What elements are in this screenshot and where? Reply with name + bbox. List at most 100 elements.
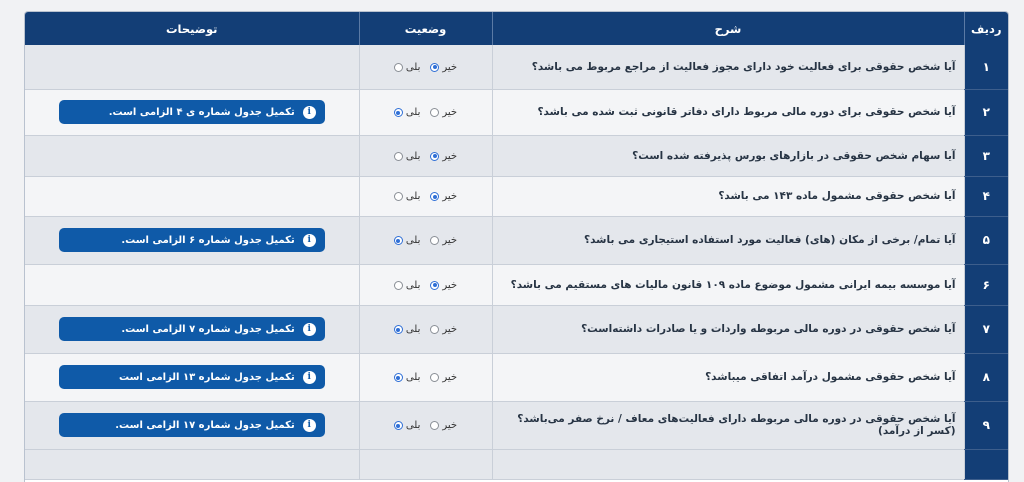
- radio-option-yes[interactable]: بلی: [393, 235, 421, 246]
- radio-option-yes[interactable]: بلی: [393, 280, 420, 291]
- row-status: خیر بلی: [358, 401, 492, 450]
- header-num: ردیف: [963, 12, 1008, 45]
- radio-option-no[interactable]: خیر: [430, 191, 457, 202]
- note-text: تکمیل جدول شماره ۱۳ الزامی است: [119, 371, 295, 383]
- table-row: ۸ آیا شخص حقوقی مشمول درآمد اتفاقی میباشد…: [25, 353, 1008, 402]
- row-number: ۴: [963, 176, 1008, 217]
- radio-option-yes[interactable]: بلی: [393, 61, 421, 73]
- row-notes: [25, 135, 359, 177]
- note-text: تکمیل جدول شماره ی ۴ الزامی است.: [108, 106, 295, 118]
- note-badge: i تکمیل جدول شماره ۷ الزامی است.: [58, 317, 325, 341]
- note-badge: i تکمیل جدول شماره ۱۷ الزامی است.: [58, 413, 325, 437]
- radio-option-yes[interactable]: بلی: [393, 107, 421, 118]
- row-status: خیر بلی: [358, 176, 492, 217]
- header-status: وضعیت: [358, 12, 492, 45]
- radio-option-no[interactable]: خیر: [430, 107, 457, 118]
- note-text: تکمیل جدول شماره ۱۷ الزامی است.: [115, 419, 295, 431]
- row-description: آیا شخص حقوقی مشمول ماده ۱۴۳ می باشد؟: [491, 176, 964, 217]
- radio-yes-label: بلی: [405, 235, 421, 246]
- row-number: ۲: [963, 89, 1008, 136]
- radio-option-no[interactable]: خیر: [430, 324, 457, 335]
- radio-yes[interactable]: [393, 151, 403, 161]
- header-notes: توضیحات: [25, 12, 359, 45]
- radio-yes-label: بلی: [405, 150, 421, 162]
- radio-no-label: خیر: [442, 372, 458, 383]
- row-description: آیا شخص حقوقی در دوره مالی مربوطه دارای …: [491, 401, 964, 450]
- radio-no-label: خیر: [442, 235, 458, 246]
- table-row: ۳ آیا سهام شخص حقوقی در بازارهای بورس پذی…: [25, 135, 1008, 177]
- table-row: ۵ آیا تمام/ برخی از مکان (های) فعالیت مور…: [25, 216, 1008, 265]
- radio-option-no[interactable]: خیر: [430, 235, 457, 246]
- radio-option-no[interactable]: خیر: [430, 372, 457, 383]
- row-number: ۶: [963, 264, 1008, 306]
- radio-no[interactable]: [430, 62, 440, 72]
- radio-yes[interactable]: [393, 421, 403, 430]
- radio-yes-label: بلی: [405, 61, 421, 73]
- table-row: ۲ آیا شخص حقوقی برای دوره مالی مربوط دارا…: [25, 89, 1008, 136]
- table-row: ۱ آیا شخص حقوقی برای فعالیت خود دارای مجو…: [25, 45, 1008, 90]
- status-radio-group: خیر بلی: [393, 372, 457, 383]
- row-description: آیا شخص حقوقی مشمول درآمد اتفاقی میباشد؟: [491, 353, 964, 402]
- row-notes: i تکمیل جدول شماره ۷ الزامی است.: [25, 305, 359, 354]
- row-status: خیر بلی: [358, 264, 492, 306]
- radio-no[interactable]: [430, 236, 440, 245]
- row-number: ۹: [963, 401, 1008, 450]
- radio-no[interactable]: [430, 373, 440, 382]
- row-notes: [25, 449, 359, 480]
- row-number: ۱: [963, 45, 1008, 90]
- radio-option-no[interactable]: خیر: [430, 62, 457, 73]
- radio-yes[interactable]: [393, 280, 403, 290]
- radio-no-label: خیر: [442, 191, 458, 202]
- note-badge: i تکمیل جدول شماره ی ۴ الزامی است.: [58, 100, 325, 124]
- radio-option-no[interactable]: خیر: [430, 280, 457, 291]
- radio-yes[interactable]: [393, 62, 403, 72]
- row-notes: [25, 176, 359, 217]
- radio-option-no[interactable]: خیر: [430, 420, 457, 431]
- info-icon: i: [302, 233, 316, 247]
- row-status: [358, 449, 492, 480]
- note-text: تکمیل جدول شماره ۶ الزامی است.: [121, 234, 295, 246]
- table-row: ۴ آیا شخص حقوقی مشمول ماده ۱۴۳ می باشد؟ خی…: [25, 176, 1008, 217]
- note-badge: i تکمیل جدول شماره ۶ الزامی است.: [58, 228, 325, 252]
- table-row: ۶ آیا موسسه بیمه ایرانی مشمول موضوع ماده …: [25, 264, 1008, 306]
- row-number: [963, 449, 1008, 480]
- radio-no[interactable]: [430, 325, 440, 334]
- radio-option-yes[interactable]: بلی: [393, 150, 421, 162]
- radio-no[interactable]: [430, 151, 440, 161]
- row-description: آیا شخص حقوقی در دوره مالی مربوطه واردات…: [491, 305, 964, 354]
- note-badge: i تکمیل جدول شماره ۱۳ الزامی است: [58, 365, 325, 389]
- status-radio-group: خیر بلی: [393, 191, 457, 202]
- radio-no[interactable]: [430, 192, 440, 201]
- radio-option-yes[interactable]: بلی: [393, 420, 420, 431]
- row-notes: i تکمیل جدول شماره ۱۳ الزامی است: [25, 353, 359, 402]
- row-status: خیر بلی: [358, 45, 492, 90]
- radio-yes-label: بلی: [405, 372, 421, 383]
- radio-yes[interactable]: [393, 373, 403, 382]
- radio-option-yes[interactable]: بلی: [393, 191, 420, 202]
- radio-yes[interactable]: [393, 108, 403, 117]
- row-number: ۸: [963, 353, 1008, 402]
- status-radio-group: خیر بلی: [393, 150, 457, 162]
- note-text: تکمیل جدول شماره ۷ الزامی است.: [121, 323, 295, 335]
- radio-yes[interactable]: [393, 192, 403, 201]
- radio-no[interactable]: [430, 108, 440, 117]
- radio-no[interactable]: [430, 421, 440, 430]
- row-notes: [25, 264, 359, 306]
- radio-yes[interactable]: [393, 236, 403, 245]
- radio-option-no[interactable]: خیر: [430, 151, 457, 162]
- radio-yes-label: بلی: [405, 107, 421, 118]
- questionnaire-table: ردیف شرح وضعیت توضیحات ۱ آیا شخص حقوقی بر…: [25, 12, 1008, 480]
- radio-no-label: خیر: [442, 150, 458, 162]
- radio-no[interactable]: [430, 280, 440, 290]
- row-description: آیا شخص حقوقی برای فعالیت خود دارای مجوز…: [491, 45, 964, 90]
- info-icon: i: [302, 370, 316, 384]
- radio-no-label: خیر: [442, 324, 458, 335]
- row-notes: i تکمیل جدول شماره ۱۷ الزامی است.: [25, 401, 359, 450]
- row-description: آیا سهام شخص حقوقی در بازارهای بورس پذیر…: [491, 135, 964, 177]
- row-description: آیا شخص حقوقی برای دوره مالی مربوط دارای…: [491, 89, 964, 136]
- row-description: [491, 449, 964, 480]
- radio-yes[interactable]: [393, 325, 403, 334]
- row-description: آیا موسسه بیمه ایرانی مشمول موضوع ماده ۱…: [491, 264, 964, 306]
- radio-option-yes[interactable]: بلی: [393, 324, 420, 335]
- radio-option-yes[interactable]: بلی: [393, 372, 421, 383]
